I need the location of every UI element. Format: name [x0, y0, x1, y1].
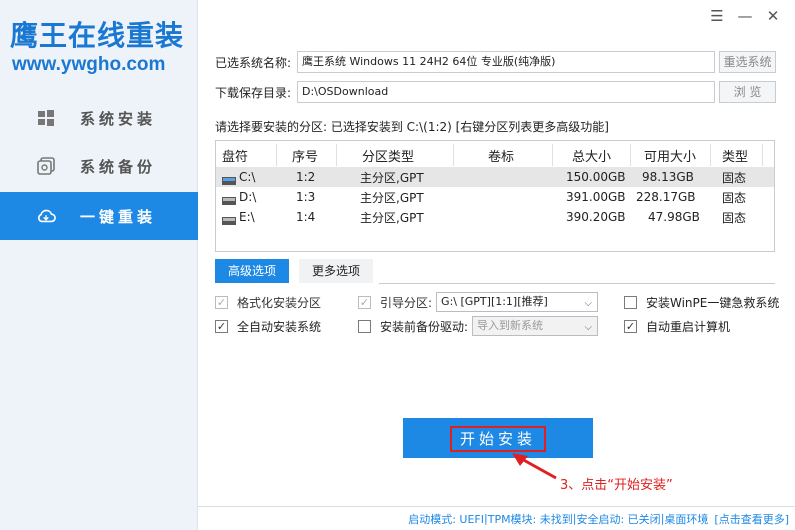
tab-divider: [379, 283, 775, 284]
chevron-down-icon: ⌵: [584, 298, 593, 309]
nav-item-label: 一键重装: [80, 207, 157, 226]
free-size: 228.17GB: [636, 190, 696, 204]
boot-partition-label: 引导分区:: [380, 295, 433, 310]
partition-table: 盘符 序号 分区类型 卷标 总大小 可用大小 类型 C:\ 1:2 主分区,GP…: [215, 140, 775, 252]
partition-index: 1:2: [296, 170, 316, 184]
nav-item-one-click-reinstall[interactable]: 一键重装: [0, 192, 198, 240]
status-environment: 桌面环境: [664, 512, 709, 526]
option-boot-partition: ✓ 引导分区: G:\ [GPT][1:1][推荐] ⌵: [358, 292, 599, 312]
option-auto-restart: ✓ 自动重启计算机: [624, 318, 730, 335]
status-tpm: TPM模块: 未找到: [487, 512, 573, 526]
backup-drivers-select[interactable]: 导入到新系统 ⌵: [472, 316, 599, 336]
nav-item-system-backup[interactable]: 系统备份: [0, 142, 198, 190]
table-row[interactable]: E:\ 1:4 主分区,GPT 390.20GB 47.98GB 固态: [216, 207, 774, 227]
start-install-label: 开始安装: [450, 426, 546, 452]
column-header-drive: 盘符: [222, 149, 249, 165]
system-field[interactable]: 鹰王系统 Windows 11 24H2 64位 专业版(纯净版): [297, 51, 715, 73]
partition-type: 主分区,GPT: [360, 210, 424, 225]
nav-item-label: 系统安装: [80, 109, 157, 128]
total-size: 150.00GB: [566, 170, 626, 184]
partition-type: 主分区,GPT: [360, 170, 424, 185]
option-auto-install: ✓ 全自动安装系统: [215, 318, 321, 335]
app-url: www.ywgho.com: [12, 54, 166, 75]
status-secure-boot: 安全启动: 已关闭: [576, 512, 661, 526]
table-row[interactable]: D:\ 1:3 主分区,GPT 391.00GB 228.17GB 固态: [216, 187, 774, 207]
backup-icon: [36, 156, 56, 176]
boot-partition-value: G:\ [GPT][1:1][推荐]: [441, 295, 548, 308]
tab-advanced-options[interactable]: 高级选项: [215, 259, 290, 283]
cloud-icon: [36, 206, 56, 226]
free-size: 98.13GB: [642, 170, 694, 184]
partition-index: 1:3: [296, 190, 316, 204]
system-row: 已选系统名称: 鹰王系统 Windows 11 24H2 64位 专业版(纯净版…: [215, 51, 776, 73]
option-install-winpe: 安装WinPE一键急救系统: [624, 294, 779, 311]
minimize-icon[interactable]: —: [737, 8, 753, 24]
status-bar: 启动模式: UEFI | TPM模块: 未找到 | 安全启动: 已关闭 | 桌面环境 …: [198, 506, 795, 530]
status-boot-mode: 启动模式: UEFI: [408, 512, 484, 526]
auto-restart-checkbox[interactable]: ✓: [624, 320, 637, 333]
disk-kind: 固态: [722, 170, 747, 185]
partition-type: 主分区,GPT: [360, 190, 424, 205]
nav-item-system-install[interactable]: 系统安装: [0, 94, 198, 142]
drive-letter: E:\: [239, 210, 255, 224]
reselect-system-button[interactable]: 重选系统: [719, 51, 776, 73]
disk-kind: 固态: [722, 210, 747, 225]
download-dir-row: 下载保存目录: D:\OSDownload 浏 览: [215, 81, 776, 103]
browse-button[interactable]: 浏 览: [719, 81, 776, 103]
drive-icon: [222, 174, 236, 185]
column-header-partition-type: 分区类型: [362, 149, 415, 165]
partition-index: 1:4: [296, 210, 316, 224]
view-more-link[interactable]: [点击查看更多]: [714, 511, 789, 527]
boot-partition-select[interactable]: G:\ [GPT][1:1][推荐] ⌵: [436, 292, 599, 312]
table-row[interactable]: C:\ 1:2 主分区,GPT 150.00GB 98.13GB 固态: [216, 167, 774, 187]
format-partition-checkbox[interactable]: ✓: [215, 296, 228, 309]
tab-more-options[interactable]: 更多选项: [299, 259, 374, 283]
auto-restart-label: 自动重启计算机: [646, 320, 731, 334]
column-header-kind: 类型: [722, 149, 749, 165]
start-install-button[interactable]: 开始安装: [403, 418, 593, 458]
column-header-total: 总大小: [572, 149, 612, 165]
partition-hint: 请选择要安装的分区: 已选择安装到 C:\(1:2) [右键分区列表更多高级功能…: [215, 120, 609, 134]
drive-icon: [222, 194, 236, 205]
option-backup-drivers: 安装前备份驱动: 导入到新系统 ⌵: [358, 316, 599, 336]
drive-icon: [222, 214, 236, 225]
sidebar: 鹰王在线重装 www.ywgho.com 系统安装 系统备份 一键重装: [0, 0, 198, 530]
install-winpe-checkbox[interactable]: [624, 296, 637, 309]
chevron-down-icon: ⌵: [584, 322, 593, 333]
auto-install-label: 全自动安装系统: [237, 320, 322, 334]
drive-letter: C:\: [239, 170, 256, 184]
menu-icon[interactable]: ☰: [709, 8, 725, 24]
app-title: 鹰王在线重装: [10, 19, 185, 52]
system-label: 已选系统名称:: [215, 55, 292, 70]
backup-drivers-label: 安装前备份驱动:: [380, 319, 469, 334]
annotation-text: 3、点击“开始安装”: [560, 478, 673, 493]
column-header-index: 序号: [292, 149, 319, 165]
drive-letter: D:\: [239, 190, 257, 204]
download-dir-field[interactable]: D:\OSDownload: [297, 81, 715, 103]
total-size: 391.00GB: [566, 190, 626, 204]
free-size: 47.98GB: [648, 210, 700, 224]
total-size: 390.20GB: [566, 210, 626, 224]
boot-partition-checkbox[interactable]: ✓: [358, 295, 371, 309]
backup-drivers-value: 导入到新系统: [477, 319, 544, 332]
window-controls: ☰ — ✕: [709, 8, 781, 24]
options-tabs: 高级选项 更多选项: [215, 259, 374, 283]
backup-drivers-checkbox[interactable]: [358, 319, 371, 333]
table-header: 盘符 序号 分区类型 卷标 总大小 可用大小 类型: [216, 144, 774, 166]
disk-kind: 固态: [722, 190, 747, 205]
annotation-arrow-icon: [512, 453, 557, 480]
option-format-partition: ✓ 格式化安装分区: [215, 294, 321, 311]
column-header-free: 可用大小: [644, 149, 697, 165]
install-winpe-label: 安装WinPE一键急救系统: [646, 296, 780, 310]
close-icon[interactable]: ✕: [765, 8, 781, 24]
nav-item-label: 系统备份: [80, 157, 157, 176]
windows-icon: [36, 108, 56, 128]
auto-install-checkbox[interactable]: ✓: [215, 320, 228, 333]
format-partition-label: 格式化安装分区: [237, 296, 322, 310]
column-header-label: 卷标: [488, 149, 515, 165]
download-dir-label: 下载保存目录:: [215, 85, 292, 100]
